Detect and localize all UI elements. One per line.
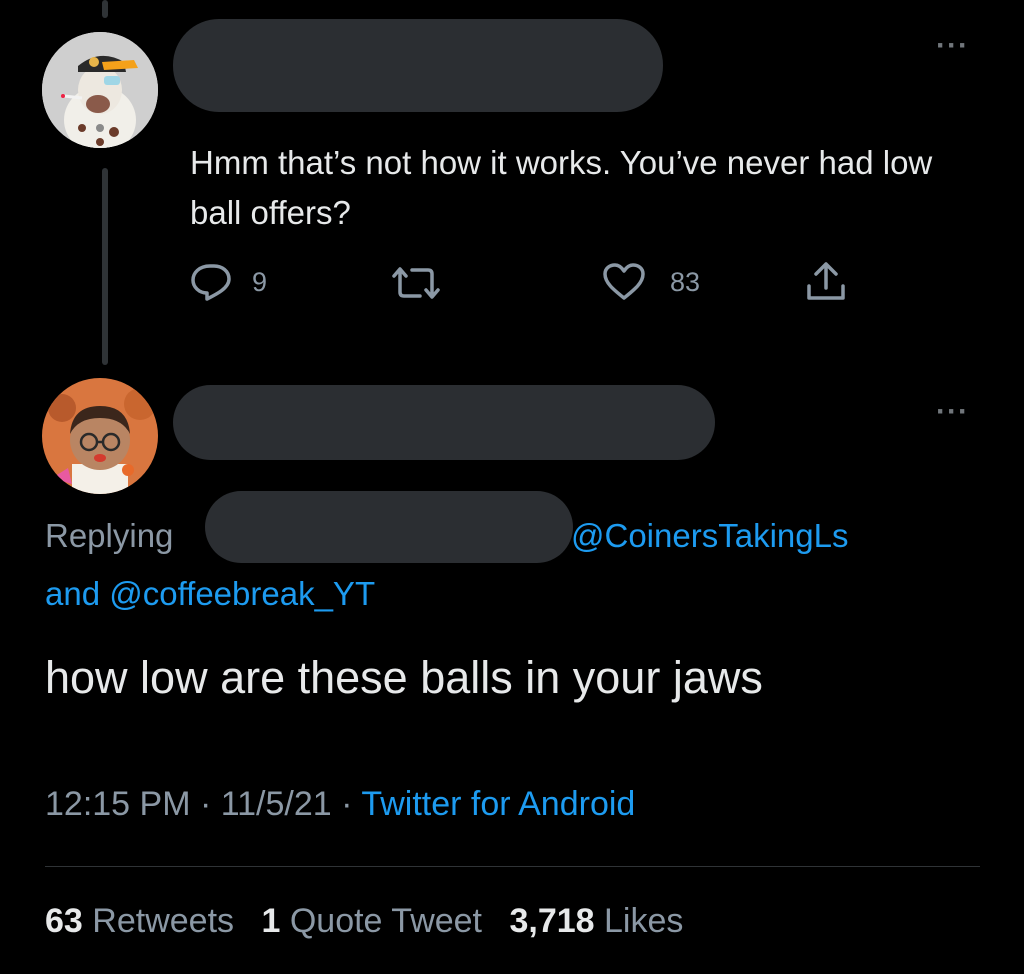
and-label: and [45,575,101,612]
tweet-text: Hmm that’s not how it works. You’ve neve… [190,144,933,231]
tweet-time[interactable]: 12:15 PM [45,785,191,823]
more-icon[interactable]: ··· [936,397,969,427]
redacted-mention [205,491,573,563]
tweet-source[interactable]: Twitter for Android [361,785,635,823]
retweets-stat[interactable]: 63 Retweets [45,902,234,940]
reply-count: 9 [252,266,268,297]
like-button[interactable]: 83 [602,262,700,302]
avatar[interactable] [42,378,158,494]
thread-line [102,168,108,365]
person-avatar-icon [42,378,158,494]
reply-button[interactable]: 9 [190,262,267,302]
retweets-count: 63 [45,902,83,940]
mention-link[interactable]: @CoinersTakingLs [571,517,848,555]
likes-count: 3,718 [509,902,595,940]
redacted-name [173,19,663,112]
tweet-text: how low are these balls in your jaws [45,652,763,703]
replying-label: Replying [45,517,174,554]
likes-label: Likes [604,902,684,940]
thread-line-top [102,0,108,18]
divider [45,866,980,867]
reply-icon [191,264,231,301]
retweet-icon [392,267,440,299]
quote-label: Quote Tweet [289,902,483,940]
replying-second-line: and @coffeebreak_YT [45,575,375,613]
redacted-name [173,385,715,460]
likes-stat[interactable]: 3,718 Likes [509,902,683,940]
mention-link[interactable]: @coffeebreak_YT [109,575,375,612]
avatar[interactable] [42,32,158,148]
quote-stat[interactable]: 1 Quote Tweet [261,902,482,940]
separator: · [199,785,212,823]
like-count: 83 [670,266,701,297]
dog-avatar-icon [42,32,158,148]
share-button[interactable] [804,260,848,304]
tweet-stats: 63 Retweets 1 Quote Tweet 3,718 Likes [45,902,683,941]
more-icon[interactable]: ··· [936,31,969,61]
share-icon [807,262,845,300]
tweet-date[interactable]: 11/5/21 [221,785,332,823]
quote-count: 1 [261,902,281,940]
retweet-button[interactable] [388,264,444,302]
like-icon [603,263,645,300]
tweet-meta: 12:15 PM · 11/5/21 · Twitter for Android [45,785,635,824]
separator: · [341,785,353,823]
retweets-label: Retweets [92,902,235,940]
